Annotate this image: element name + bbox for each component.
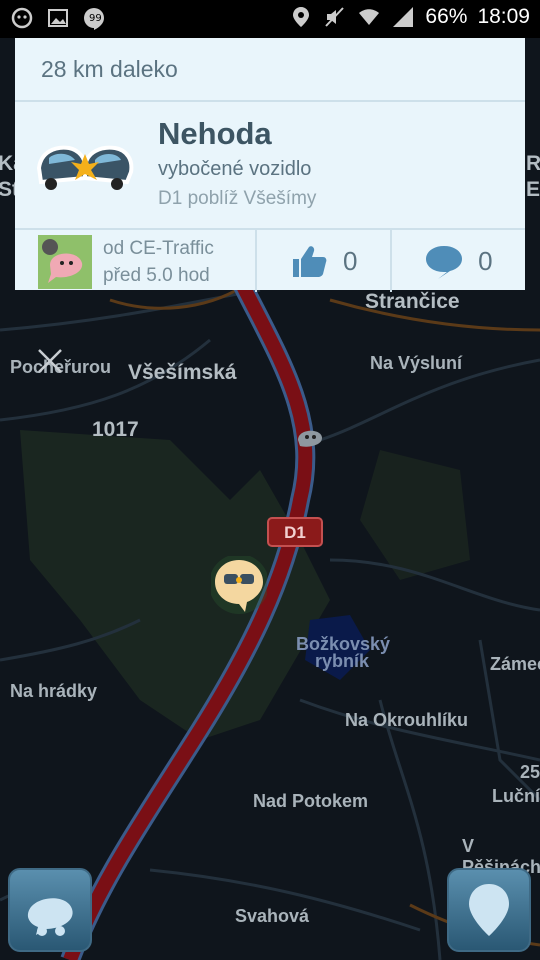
alert-footer: od CE-Traffic před 5.0 hod 0 0 — [15, 230, 525, 292]
car-crash-icon — [36, 145, 134, 190]
map-label-nad-potokem: Nad Potokem — [253, 791, 369, 811]
map-label-svahova: Svahová — [235, 906, 310, 926]
comment-button[interactable]: 0 — [392, 230, 525, 292]
comment-icon — [426, 246, 463, 279]
waze-logo-icon — [27, 898, 73, 936]
alert-time-ago: před 5.0 hod — [103, 265, 210, 286]
map-label-rybnik: rybník — [315, 651, 370, 671]
map-label-na-hradky: Na hrádky — [10, 681, 98, 701]
wazer-marker-icon[interactable] — [292, 420, 328, 452]
alert-body: Nehoda vybočené vozidlo D1 poblíž Všeším… — [15, 102, 525, 230]
road-shield-d1: D1 — [267, 517, 323, 547]
like-button[interactable]: 0 — [257, 230, 392, 292]
map-label-zamec: Zámec — [490, 654, 540, 674]
image-icon — [48, 9, 68, 27]
alert-title: Nehoda — [158, 116, 272, 151]
close-icon[interactable] — [36, 347, 64, 375]
map-label-vsesimska: Všešímská — [128, 361, 237, 384]
svg-text:99: 99 — [89, 13, 102, 24]
alert-source[interactable]: od CE-Traffic před 5.0 hod — [15, 230, 257, 292]
reporter-avatar-icon — [38, 235, 92, 289]
status-bar: 99 66% 18:09 — [0, 0, 540, 38]
comment-count: 0 — [478, 245, 493, 276]
map-label-edge-25: 25 — [520, 762, 540, 782]
map-label-na-vysluni: Na Výsluní — [370, 353, 463, 373]
map-label-1017: 1017 — [92, 418, 139, 441]
location-icon — [293, 7, 310, 27]
accident-pin-icon[interactable] — [211, 556, 267, 614]
mute-icon — [325, 7, 345, 27]
like-count: 0 — [342, 245, 358, 276]
thumbs-up-icon — [292, 246, 327, 277]
waze-status-icon — [11, 7, 33, 29]
report-button[interactable] — [447, 868, 531, 952]
alert-card[interactable]: 28 km daleko Nehoda vybočené vozidlo D1 … — [15, 38, 525, 292]
battery-percent: 66% — [425, 5, 468, 28]
map-label-strancice: Strančice — [365, 290, 460, 313]
alert-distance: 28 km daleko — [15, 38, 525, 102]
signal-icon — [393, 7, 414, 27]
waze-menu-button[interactable] — [8, 868, 92, 952]
alert-source-name: od CE-Traffic — [103, 238, 214, 259]
map-label-edge-r: R — [526, 152, 540, 175]
alert-subtitle: vybočené vozidlo — [158, 158, 312, 180]
wifi-icon — [359, 9, 380, 25]
map-label-edge-e: E — [526, 178, 540, 201]
alert-location: D1 poblíž Všešímy — [158, 188, 317, 209]
location-pin-icon — [469, 884, 509, 936]
map-label-na-okrouhliku: Na Okrouhlíku — [345, 710, 469, 730]
map-label-lucni: Luční — [492, 786, 540, 806]
hangouts-icon: 99 — [84, 8, 104, 30]
clock: 18:09 — [477, 5, 530, 28]
